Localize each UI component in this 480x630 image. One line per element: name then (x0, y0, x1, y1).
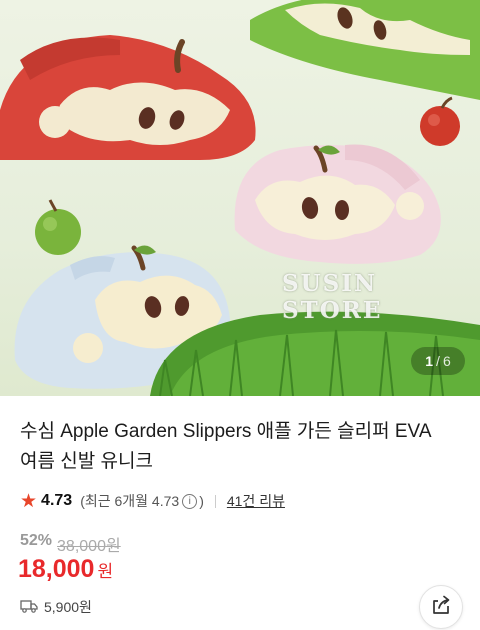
product-title: 수심 Apple Garden Slippers 애플 가든 슬리퍼 EVA 여… (20, 421, 431, 472)
image-counter-total: 6 (442, 353, 451, 369)
price-currency: 원 (97, 562, 114, 581)
star-icon: ★ (20, 490, 38, 512)
image-counter: 1 / 6 (411, 347, 465, 375)
product-image-gallery[interactable]: SUSIN STORE 1 / 6 (0, 0, 480, 396)
share-button[interactable] (419, 585, 463, 629)
discount-row: 52% 38,000원 (20, 532, 121, 556)
recent-rating-text: (최근 6개월 4.73 (80, 493, 180, 509)
rating-row: ★ 4.73 (최근 6개월 4.73 i ) 41건 리뷰 (20, 490, 285, 512)
image-counter-current: 1 (425, 353, 434, 369)
divider (214, 494, 216, 508)
recent-rating-close: ) (199, 493, 204, 509)
sale-price: 18,000 원 (18, 555, 113, 584)
shipping-fee: 5,900원 (44, 599, 92, 615)
price-value: 18,000 (18, 555, 95, 583)
original-price: 38,000원 (57, 538, 121, 555)
shipping-row: 5,900원 (20, 597, 92, 617)
delivery-truck-icon (20, 599, 38, 616)
green-apple-illustration (35, 199, 81, 255)
red-slipper-illustration (0, 35, 256, 160)
share-icon (430, 594, 452, 621)
discount-rate: 52% (20, 532, 53, 549)
green-slipper-illustration (250, 0, 480, 100)
info-icon[interactable]: i (182, 493, 198, 509)
rating-value: 4.73 (41, 492, 73, 509)
red-apple-illustration (420, 96, 460, 146)
reviews-link[interactable]: 41건 리뷰 (227, 491, 285, 511)
image-counter-separator: / (436, 353, 440, 369)
product-photo (0, 0, 480, 396)
store-watermark: SUSIN STORE (282, 270, 383, 324)
pink-slipper-illustration (234, 144, 441, 264)
